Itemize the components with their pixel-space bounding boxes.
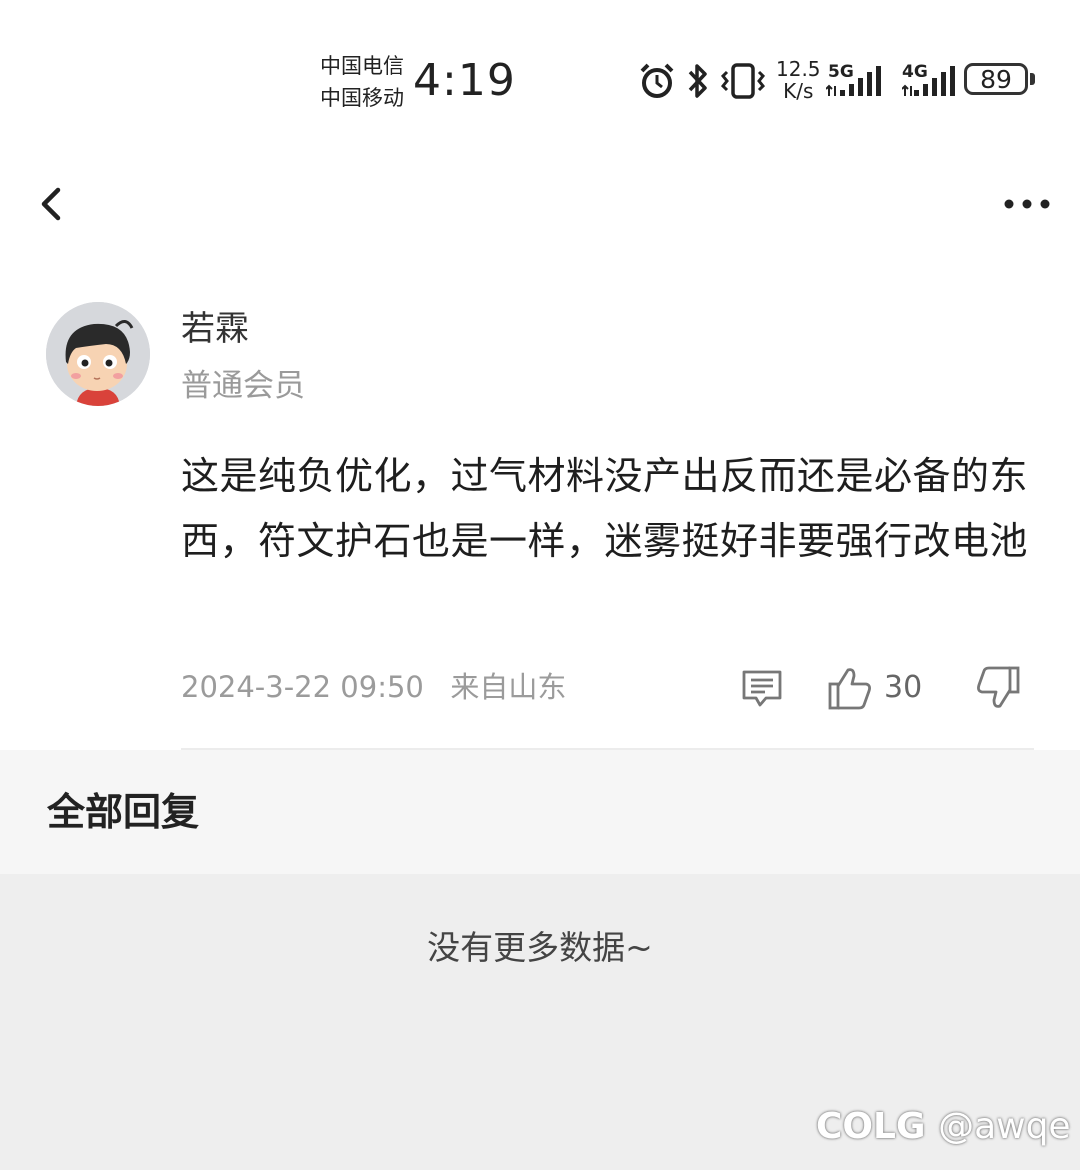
post-timestamp: 2024-3-22 09:50 bbox=[181, 670, 424, 704]
empty-state-text: 没有更多数据~ bbox=[427, 928, 653, 967]
post-content: 这是纯负优化，过气材料没产出反而还是必备的东西，符文护石也是一样，迷雾挺好非要强… bbox=[181, 454, 1029, 563]
user-level-badge: 普通会员 bbox=[181, 368, 305, 404]
watermark: COLG @awqe bbox=[816, 1102, 1071, 1152]
like-count: 30 bbox=[884, 670, 923, 705]
watermark-logo: COLG bbox=[816, 1106, 926, 1147]
thumbs-up-icon bbox=[828, 668, 871, 710]
thumbs-down-icon bbox=[977, 666, 1020, 708]
clock: 4:19 bbox=[413, 55, 516, 106]
more-dots-icon bbox=[1004, 199, 1050, 209]
username[interactable]: 若霖 bbox=[181, 308, 249, 350]
post-meta: 2024-3-22 09:50 来自山东 bbox=[181, 667, 566, 707]
battery-cap bbox=[1030, 73, 1035, 85]
comment-icon bbox=[742, 670, 782, 707]
battery-icon: 89 bbox=[964, 63, 1028, 95]
like-button[interactable]: 30 bbox=[826, 664, 936, 712]
replies-title: 全部回复 bbox=[47, 790, 200, 834]
dislike-button[interactable] bbox=[976, 664, 1022, 712]
carrier-labels: 中国电信 中国移动 bbox=[320, 50, 404, 114]
bluetooth-icon bbox=[688, 64, 707, 98]
signal-4g-icon bbox=[902, 66, 955, 96]
signal-5g-icon bbox=[826, 66, 881, 96]
carrier-1: 中国电信 bbox=[320, 54, 404, 78]
vibrate-icon bbox=[720, 63, 766, 99]
replies-header: 全部回复 bbox=[0, 750, 1080, 874]
avatar[interactable] bbox=[46, 302, 150, 406]
watermark-handle: @awqe bbox=[938, 1106, 1071, 1147]
avatar-image bbox=[46, 302, 150, 406]
post-location: 来自山东 bbox=[450, 670, 567, 704]
battery-level: 89 bbox=[980, 65, 1012, 94]
alarm-icon bbox=[640, 63, 674, 98]
network-speed: 12.5 K/s bbox=[776, 57, 821, 103]
carrier-2: 中国移动 bbox=[320, 86, 404, 110]
more-options-button[interactable] bbox=[996, 186, 1056, 222]
back-button[interactable] bbox=[30, 180, 74, 228]
status-bar: 中国电信 中国移动 4:19 12.5 K/s 5G 4G 89 bbox=[0, 0, 1080, 160]
reply-button[interactable] bbox=[740, 666, 784, 710]
chevron-left-icon bbox=[41, 187, 61, 221]
